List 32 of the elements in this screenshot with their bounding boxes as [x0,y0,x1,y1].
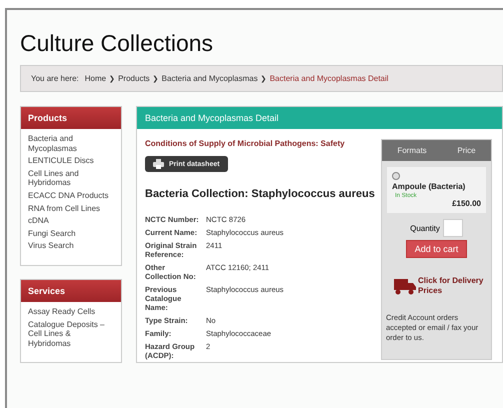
page-title: Culture Collections [20,30,214,57]
printer-icon [153,159,164,170]
truck-icon [394,279,416,296]
radio-button[interactable] [392,172,400,180]
breadcrumb-link[interactable]: Home [84,74,106,83]
sidebar-link[interactable]: Cell Lines and Hybridomas [28,168,114,188]
sidebar-link[interactable]: ECACC DNA Products [28,190,114,201]
product-heading: Bacteria Collection: Staphylococcus aureus [145,187,375,202]
breadcrumb-label: You are here: [31,74,79,83]
panel-heading: Bacteria and Mycoplasmas Detail [137,107,502,129]
breadcrumb-link[interactable]: Products [118,74,150,83]
sidebar-link[interactable]: Virus Search [28,241,114,251]
delivery-link[interactable]: Click for Delivery Prices [418,276,488,296]
conditions-link[interactable]: Conditions of Supply of Microbial Pathogens: Safety [145,139,375,150]
breadcrumb-link[interactable]: Bacteria and Mycoplasmas Detail [270,74,388,83]
column-heading: Formats [397,146,427,155]
sidebar-link[interactable]: Catalogue Deposits – Cell Lines & Hybridomas [28,320,114,348]
format-price: £150.00 [451,199,481,208]
add-to-cart-button[interactable]: Add to cart [406,240,468,258]
format-name: Ampoule (Bacteria) [392,182,466,191]
sidebar-heading: Products [21,107,121,129]
sidebar-link[interactable]: Fungi Search [28,228,114,238]
quantity-label: Quantity [410,224,440,232]
quantity-field[interactable] [442,219,463,237]
sidebar-link[interactable]: RNA from Cell Lines [28,204,114,214]
sidebar-link[interactable]: cDNA [28,216,114,226]
sidebar-heading: Services [21,280,121,302]
sidebar-link[interactable]: Assay Ready Cells [28,306,114,317]
sidebar-link[interactable]: Bacteria and Mycoplasmas [28,134,114,154]
sidebar-link[interactable]: LENTICULE Discs [28,156,114,166]
breadcrumb-link[interactable]: Bacteria and Mycoplasmas [162,74,258,83]
column-heading: Price [457,146,476,155]
